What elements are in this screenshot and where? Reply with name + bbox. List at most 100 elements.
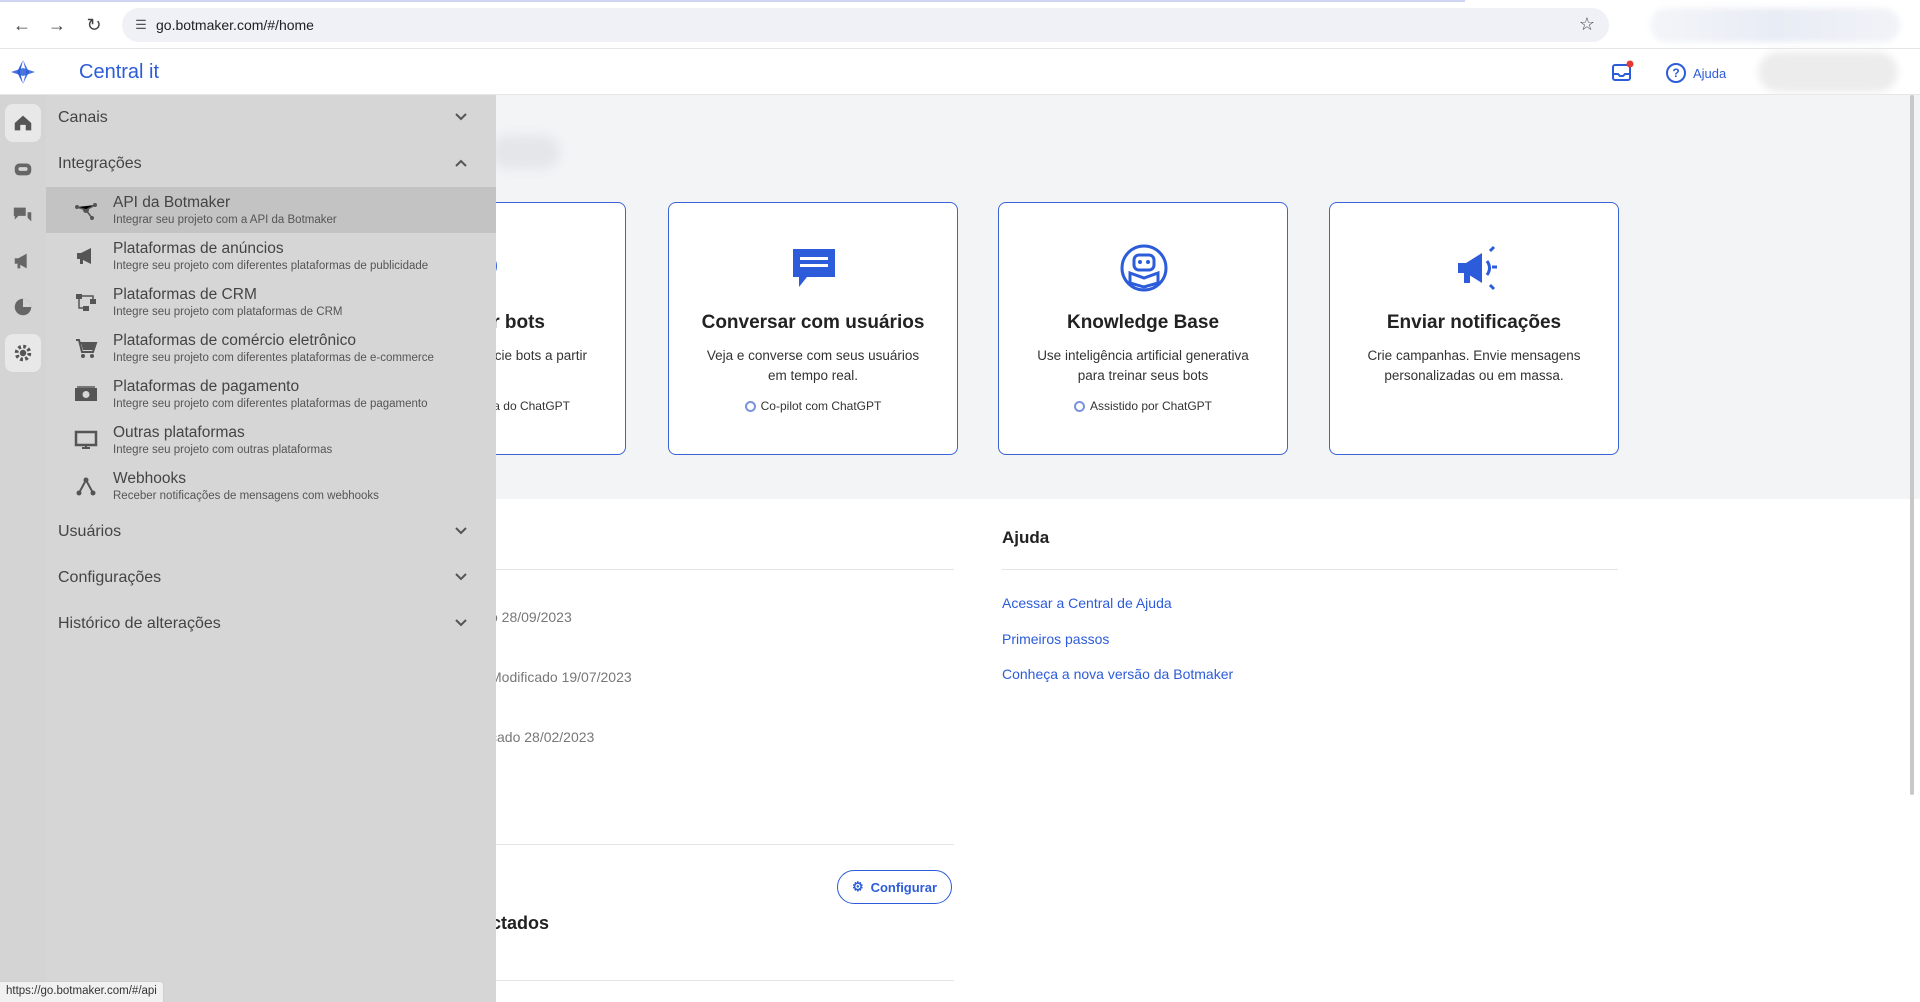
gear-icon: ⚙ [851, 879, 864, 894]
home-icon [14, 115, 32, 131]
gear-icon [14, 344, 32, 362]
megaphone-icon [77, 248, 91, 264]
page-scrollbar[interactable] [1910, 95, 1914, 795]
payment-icon [75, 386, 97, 401]
menu-group-label: Configurações [58, 569, 162, 586]
menu-item-crm-platforms[interactable]: Plataformas de CRM Integre seu projeto c… [46, 279, 496, 325]
menu-group-usuarios[interactable]: Usuários [46, 509, 496, 555]
menu-group-label: Usuários [58, 523, 122, 540]
configure-label: Configurar [870, 879, 938, 895]
forward-icon[interactable]: → [45, 13, 69, 37]
crm-icon [76, 294, 96, 311]
chevron-down-icon [455, 113, 467, 121]
card-title: Knowledge Base [1066, 312, 1220, 333]
menu-item-description: Integre seu projeto com diferentes plata… [113, 260, 429, 272]
address-bar[interactable]: ☰ go.botmaker.com/#/home ☆ [122, 8, 1609, 42]
card-knowledge-base[interactable]: Knowledge Base Use inteligência artifici… [998, 202, 1288, 455]
chevron-down-icon [455, 527, 467, 535]
menu-item-description: Integre seu projeto com plataformas de C… [113, 306, 343, 318]
card-description: Use inteligência artificial generativa p… [1019, 346, 1267, 386]
card-chat-users[interactable]: Conversar com usuários Veja e converse c… [668, 202, 958, 455]
help-link-central[interactable]: Acessar a Central de Ajuda [1002, 595, 1172, 611]
chevron-down-icon [455, 619, 467, 627]
menu-item-other-platforms[interactable]: Outras plataformas Integre seu projeto c… [46, 417, 496, 463]
menu-item-description: Integre seu projeto com outras plataform… [113, 444, 333, 456]
browser-profile-area[interactable] [1650, 8, 1900, 42]
botmaker-logo-icon[interactable] [8, 57, 38, 87]
card-title: Enviar notificações [1386, 312, 1562, 333]
help-button[interactable]: ? Ajuda [1666, 61, 1726, 85]
webhook-icon [76, 477, 96, 496]
bot-icon [14, 163, 32, 176]
bookmark-star-icon[interactable]: ☆ [1579, 14, 1595, 35]
pie-chart-icon [14, 298, 32, 316]
menu-item-payment-platforms[interactable]: Plataformas de pagamento Integre seu pro… [46, 371, 496, 417]
card-title: Conversar com usuários [701, 312, 925, 333]
api-icon [75, 203, 97, 220]
info-row: cado 28/02/2023 [490, 729, 595, 745]
rail-chats[interactable] [5, 196, 41, 234]
menu-item-webhooks[interactable]: Webhooks Receber notificações de mensage… [46, 463, 496, 509]
info-row: o 28/09/2023 [490, 609, 572, 625]
card-description: Veja e converse com seus usuários em tem… [689, 346, 937, 386]
page-load-progress [0, 0, 1465, 2]
card-tag: Assistido por ChatGPT [999, 399, 1287, 413]
menu-group-label: Histórico de alterações [58, 615, 221, 632]
app-header: Central it ? Ajuda [0, 49, 1920, 95]
menu-group-canais[interactable]: Canais [46, 95, 496, 141]
card-description: Crie campanhas. Envie mensagens personal… [1350, 346, 1598, 386]
greeting-placeholder [490, 135, 560, 169]
help-section-title: Ajuda [1002, 528, 1050, 547]
settings-flyout-menu: Canais Integrações API da Botmaker Integ… [46, 95, 496, 1002]
url-text[interactable]: go.botmaker.com/#/home [156, 17, 314, 33]
menu-group-configuracoes[interactable]: Configurações [46, 555, 496, 601]
menu-item-title: Plataformas de pagamento [113, 378, 300, 395]
card-desc-line: Veja e converse com seus usuários [706, 348, 920, 363]
card-tag-label: Assistido por ChatGPT [1089, 399, 1213, 413]
user-account-area[interactable] [1758, 52, 1898, 92]
menu-item-title: Webhooks [113, 470, 186, 487]
help-link-new-version[interactable]: Conheça a nova versão da Botmaker [1002, 666, 1233, 682]
reload-icon[interactable]: ↻ [82, 13, 106, 37]
app-title: Central it [79, 61, 160, 83]
back-icon[interactable]: ← [10, 13, 34, 37]
rail-bots[interactable] [5, 150, 41, 188]
menu-group-historico[interactable]: Histórico de alterações [46, 601, 496, 647]
card-tag: Co-pilot com ChatGPT [669, 399, 957, 413]
menu-item-ecommerce-platforms[interactable]: Plataformas de comércio eletrônico Integ… [46, 325, 496, 371]
info-row: Modificado 19/07/2023 [490, 669, 632, 685]
chevron-down-icon [455, 573, 467, 581]
card-desc-line: para treinar seus bots [1077, 368, 1209, 383]
menu-item-title: API da Botmaker [113, 194, 231, 211]
chat-bubbles-icon [13, 207, 32, 222]
menu-item-description: Integrar seu projeto com a API da Botmak… [113, 214, 337, 226]
rail-home[interactable] [5, 104, 41, 142]
menu-group-integracoes[interactable]: Integrações [46, 141, 496, 187]
help-icon: ? [1666, 63, 1686, 83]
menu-item-ad-platforms[interactable]: Plataformas de anúncios Integre seu proj… [46, 233, 496, 279]
browser-toolbar: ← → ↻ ☰ go.botmaker.com/#/home ☆ [0, 0, 1920, 49]
card-send-notifications[interactable]: Enviar notificações Crie campanhas. Envi… [1329, 202, 1619, 455]
rail-campaigns[interactable] [5, 242, 41, 280]
site-settings-icon[interactable]: ☰ [132, 16, 150, 34]
section-divider [480, 980, 954, 981]
card-desc-line: Crie campanhas. Envie mensagens [1367, 348, 1581, 363]
chevron-up-icon [455, 159, 467, 167]
menu-item-api-botmaker[interactable]: API da Botmaker Integrar seu projeto com… [46, 187, 496, 233]
monitor-icon [74, 430, 98, 449]
rail-settings[interactable] [5, 334, 41, 372]
menu-item-description: Integre seu projeto com diferentes plata… [113, 398, 428, 410]
menu-item-title: Plataformas de comércio eletrônico [113, 332, 356, 349]
menu-item-title: Outras plataformas [113, 424, 245, 441]
menu-group-label: Canais [58, 109, 108, 126]
menu-item-description: Integre seu projeto com diferentes plata… [113, 352, 434, 364]
inbox-icon[interactable] [1610, 60, 1634, 84]
help-link-first-steps[interactable]: Primeiros passos [1002, 631, 1109, 647]
card-tag-label: a do ChatGPT [493, 399, 570, 413]
knowledge-icon [1120, 244, 1168, 292]
rail-reports[interactable] [5, 288, 41, 326]
cart-icon [76, 339, 98, 358]
configure-button[interactable]: ⚙ Configurar [837, 870, 952, 904]
help-divider [1002, 569, 1618, 570]
menu-item-title: Plataformas de CRM [113, 286, 257, 303]
